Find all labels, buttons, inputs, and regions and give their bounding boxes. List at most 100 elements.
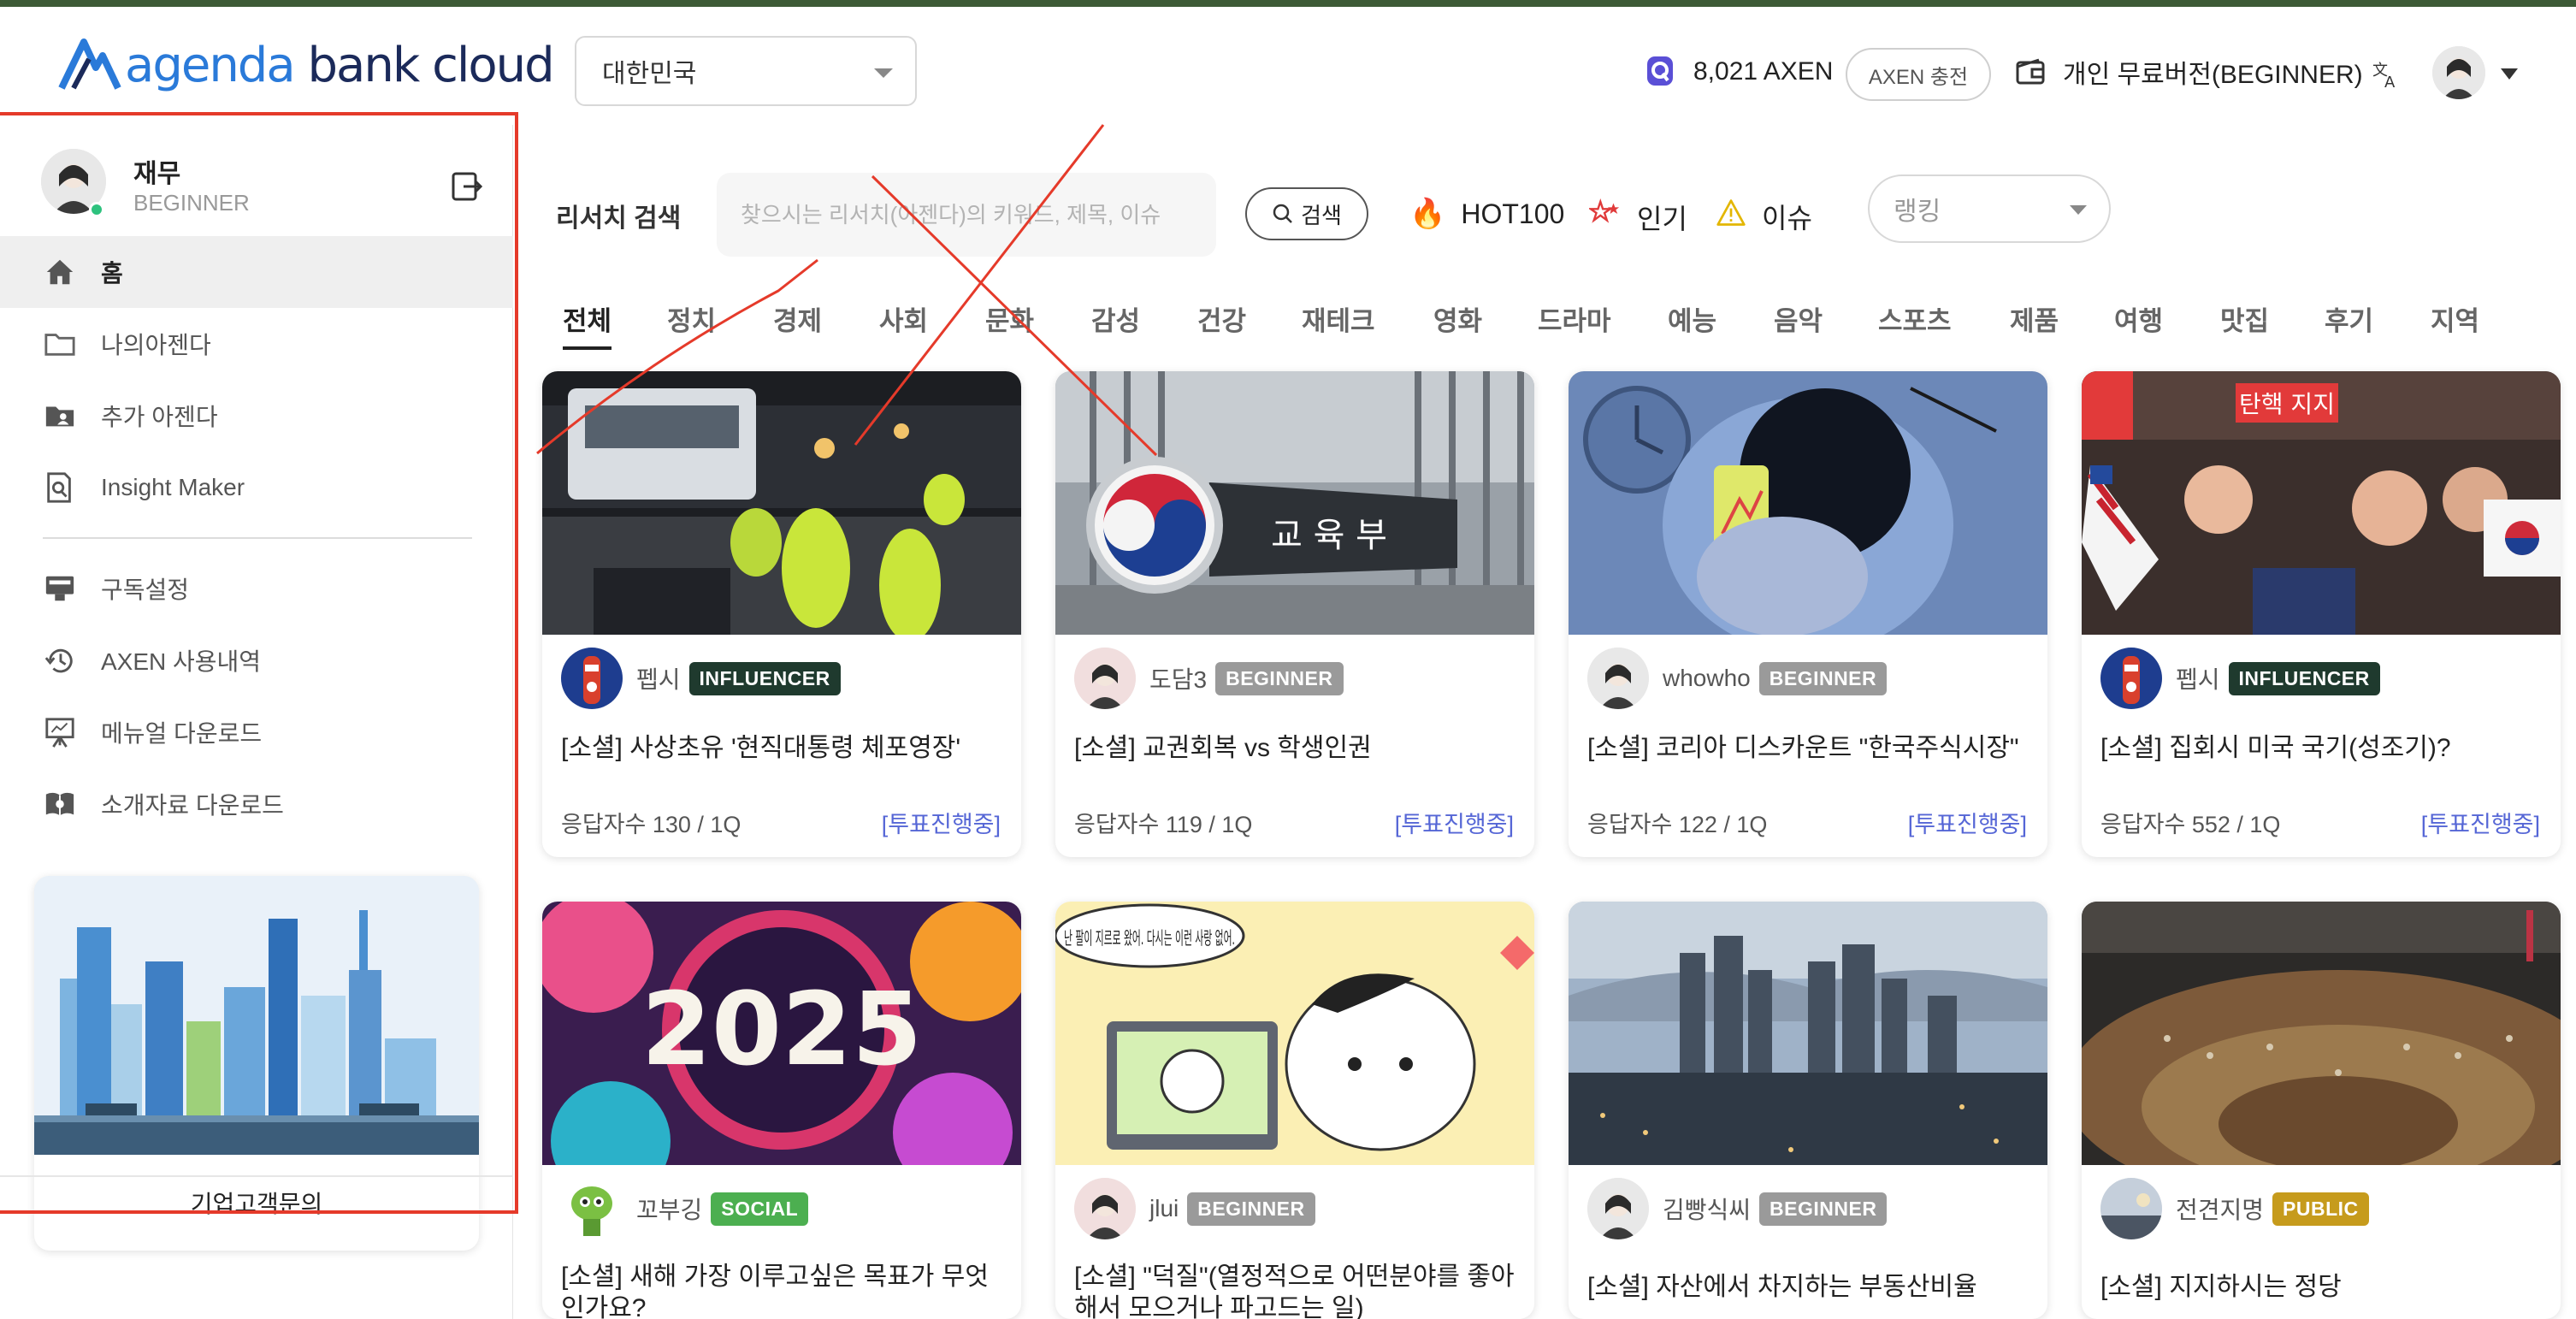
quick-link-label: 인기 xyxy=(1637,203,1687,234)
sidebar-item-insight-maker[interactable]: Insight Maker xyxy=(0,452,513,523)
tab-emotion[interactable]: 감성 xyxy=(1091,299,1140,338)
author-avatar xyxy=(1074,648,1136,709)
author-badge: INFLUENCER xyxy=(688,661,841,695)
card-image xyxy=(542,371,1021,635)
plan-info[interactable]: 개인 무료버전(BEGINNER) xyxy=(2015,38,2363,106)
sidebar-item-axen-history[interactable]: AXEN 사용내역 xyxy=(0,624,513,696)
sidebar-item-add-agenda[interactable]: 추가 아젠다 xyxy=(0,380,513,452)
tab-all[interactable]: 전체 xyxy=(563,299,612,350)
folder-icon xyxy=(43,327,77,361)
card-image: 난 팔이 지르로 왔어. 다시는 이런 사랑 없어. xyxy=(1055,902,1534,1165)
sidebar-item-label: Insight Maker xyxy=(101,474,245,500)
account-menu-caret-icon[interactable] xyxy=(2501,68,2518,80)
ranking-select[interactable]: 랭킹 xyxy=(1868,174,2111,243)
search-button[interactable]: 검색 xyxy=(1245,187,1368,240)
country-select-value: 대한민국 xyxy=(602,60,697,88)
author-name: jlui xyxy=(1149,1195,1179,1221)
sidebar-item-label: 추가 아젠다 xyxy=(101,404,218,430)
sidebar-item-my-agenda[interactable]: 나의아젠다 xyxy=(0,308,513,380)
author-badge: INFLUENCER xyxy=(2228,661,2380,695)
sidebar-item-manual-download[interactable]: 메뉴얼 다운로드 xyxy=(0,696,513,768)
sidebar-user: 재무 BEGINNER xyxy=(41,149,486,234)
country-select[interactable]: 대한민국 xyxy=(575,36,917,106)
popular-stars-icon xyxy=(1587,197,1622,237)
history-icon xyxy=(43,643,77,677)
author-avatar xyxy=(561,1178,623,1239)
sidebar-item-label: 구독설정 xyxy=(101,577,190,603)
author-name: 전견지명 xyxy=(2176,1197,2265,1223)
sidebar-item-intro-download[interactable]: 소개자료 다운로드 xyxy=(0,768,513,840)
sidebar-item-home[interactable]: 홈 xyxy=(0,236,513,308)
tab-economy[interactable]: 경제 xyxy=(773,299,822,338)
card-vote-status[interactable]: [투표진행중] xyxy=(2421,806,2540,839)
tab-reviews[interactable]: 후기 xyxy=(2325,299,2373,338)
user-avatar[interactable] xyxy=(2432,46,2485,99)
wallet-icon xyxy=(2016,58,2045,85)
tab-restaurants[interactable]: 맛집 xyxy=(2220,299,2269,338)
research-card[interactable]: 난 팔이 지르로 왔어. 다시는 이런 사랑 없어. jlui BEGINNER… xyxy=(1055,902,1534,1319)
quick-link-issue[interactable]: 이슈 xyxy=(1716,197,1812,236)
sidebar-item-subscription[interactable]: 구독설정 xyxy=(0,553,513,624)
research-card[interactable]: whowho BEGINNER [소셜] 코리아 디스카운트 "한국주식시장" … xyxy=(1569,371,2047,857)
quick-link-popular[interactable]: 인기 xyxy=(1587,197,1687,237)
research-card[interactable]: 전견지명 PUBLIC [소셜] 지지하시는 정당 xyxy=(2082,902,2561,1319)
card-vote-status[interactable]: [투표진행중] xyxy=(1908,806,2027,839)
tab-culture[interactable]: 문화 xyxy=(985,299,1034,338)
tab-variety[interactable]: 예능 xyxy=(1668,299,1716,338)
tab-politics[interactable]: 정치 xyxy=(667,299,716,338)
tab-travel[interactable]: 여행 xyxy=(2114,299,2163,338)
research-card[interactable]: 2025 꼬부깅 SOCIAL [소셜] 새해 가장 이루고싶은 목표가 무엇인… xyxy=(542,902,1021,1319)
axen-charge-button[interactable]: AXEN 충전 xyxy=(1846,48,1991,101)
ranking-select-value: 랭킹 xyxy=(1894,198,1941,226)
presentation-icon xyxy=(43,715,77,749)
tab-region[interactable]: 지역 xyxy=(2431,299,2479,338)
warning-icon xyxy=(1716,198,1746,236)
card-image-text: 2025 xyxy=(641,970,922,1088)
card-title: [소셜] 사상초유 '현직대통령 체포영장' xyxy=(561,734,961,762)
sidebar-item-label: 소개자료 다운로드 xyxy=(101,792,284,819)
svg-text:A: A xyxy=(2384,74,2396,89)
enterprise-inquiry-label: 기업고객문의 xyxy=(190,1191,323,1217)
tab-health[interactable]: 건강 xyxy=(1197,299,1246,338)
tab-music[interactable]: 음악 xyxy=(1774,299,1823,338)
card-vote-status[interactable]: [투표진행중] xyxy=(882,806,1001,839)
logo-mark-icon xyxy=(58,38,121,90)
tab-drama[interactable]: 드라마 xyxy=(1538,299,1611,338)
chevron-down-icon xyxy=(2070,205,2087,215)
card-image: 교 육 부 xyxy=(1055,371,1534,635)
card-image xyxy=(1569,902,2047,1165)
home-icon xyxy=(43,255,77,289)
fire-icon: 🔥 xyxy=(1409,198,1446,230)
tab-products[interactable]: 제품 xyxy=(2010,299,2059,338)
sidebar-item-label: AXEN 사용내역 xyxy=(101,648,262,675)
research-search-input[interactable] xyxy=(717,173,1216,257)
card-vote-status[interactable]: [투표진행중] xyxy=(1395,806,1514,839)
quick-link-hot100[interactable]: 🔥 HOT100 xyxy=(1409,197,1564,231)
card-image xyxy=(2082,902,2561,1165)
card-author: 김빵식씨 BEGINNER xyxy=(1587,1177,1888,1240)
card-title: [소셜] "덕질"(열정적으로 어떤분야를 좋아해서 모으거나 파고드는 일) xyxy=(1074,1263,1515,1319)
author-badge: BEGINNER xyxy=(1758,661,1888,695)
enterprise-inquiry-card[interactable]: 기업고객문의 xyxy=(34,876,479,1251)
card-author: 펩시 INFLUENCER xyxy=(2100,647,2380,710)
research-card[interactable]: 김빵식씨 BEGINNER [소셜] 자산에서 차지하는 부동산비율 xyxy=(1569,902,2047,1319)
card-author: 도담3 BEGINNER xyxy=(1074,647,1344,710)
logo[interactable]: agenda bank cloud xyxy=(58,31,555,99)
axen-balance[interactable]: 8,021 AXEN xyxy=(1645,38,1833,106)
card-title: [소셜] 교권회복 vs 학생인권 xyxy=(1074,734,1372,762)
card-title: [소셜] 새해 가장 이루고싶은 목표가 무엇인가요? xyxy=(561,1263,989,1319)
tab-society[interactable]: 사회 xyxy=(879,299,928,338)
tab-movie[interactable]: 영화 xyxy=(1433,299,1482,338)
research-card[interactable]: 탄핵 지지 펩시 INFLUENCER [소셜] 집회시 미국 국기(성조기)? xyxy=(2082,371,2561,857)
tab-sports[interactable]: 스포츠 xyxy=(1878,299,1952,338)
translate-icon[interactable]: 文 A xyxy=(2371,58,2402,92)
research-card[interactable]: 교 육 부 도담3 BEGINNER [소셜] 교권회복 vs 학생인권 응답자… xyxy=(1055,371,1534,857)
card-image-text: 교 육 부 xyxy=(1271,516,1387,555)
author-badge: PUBLIC xyxy=(2272,1192,2369,1226)
logout-icon[interactable] xyxy=(450,169,484,204)
quick-link-label: HOT100 xyxy=(1461,198,1565,229)
tab-finance[interactable]: 재테크 xyxy=(1302,299,1375,338)
author-name: whowho xyxy=(1663,665,1751,691)
card-author: 펩시 INFLUENCER xyxy=(561,647,841,710)
research-card[interactable]: 펩시 INFLUENCER [소셜] 사상초유 '현직대통령 체포영장' 응답자… xyxy=(542,371,1021,857)
